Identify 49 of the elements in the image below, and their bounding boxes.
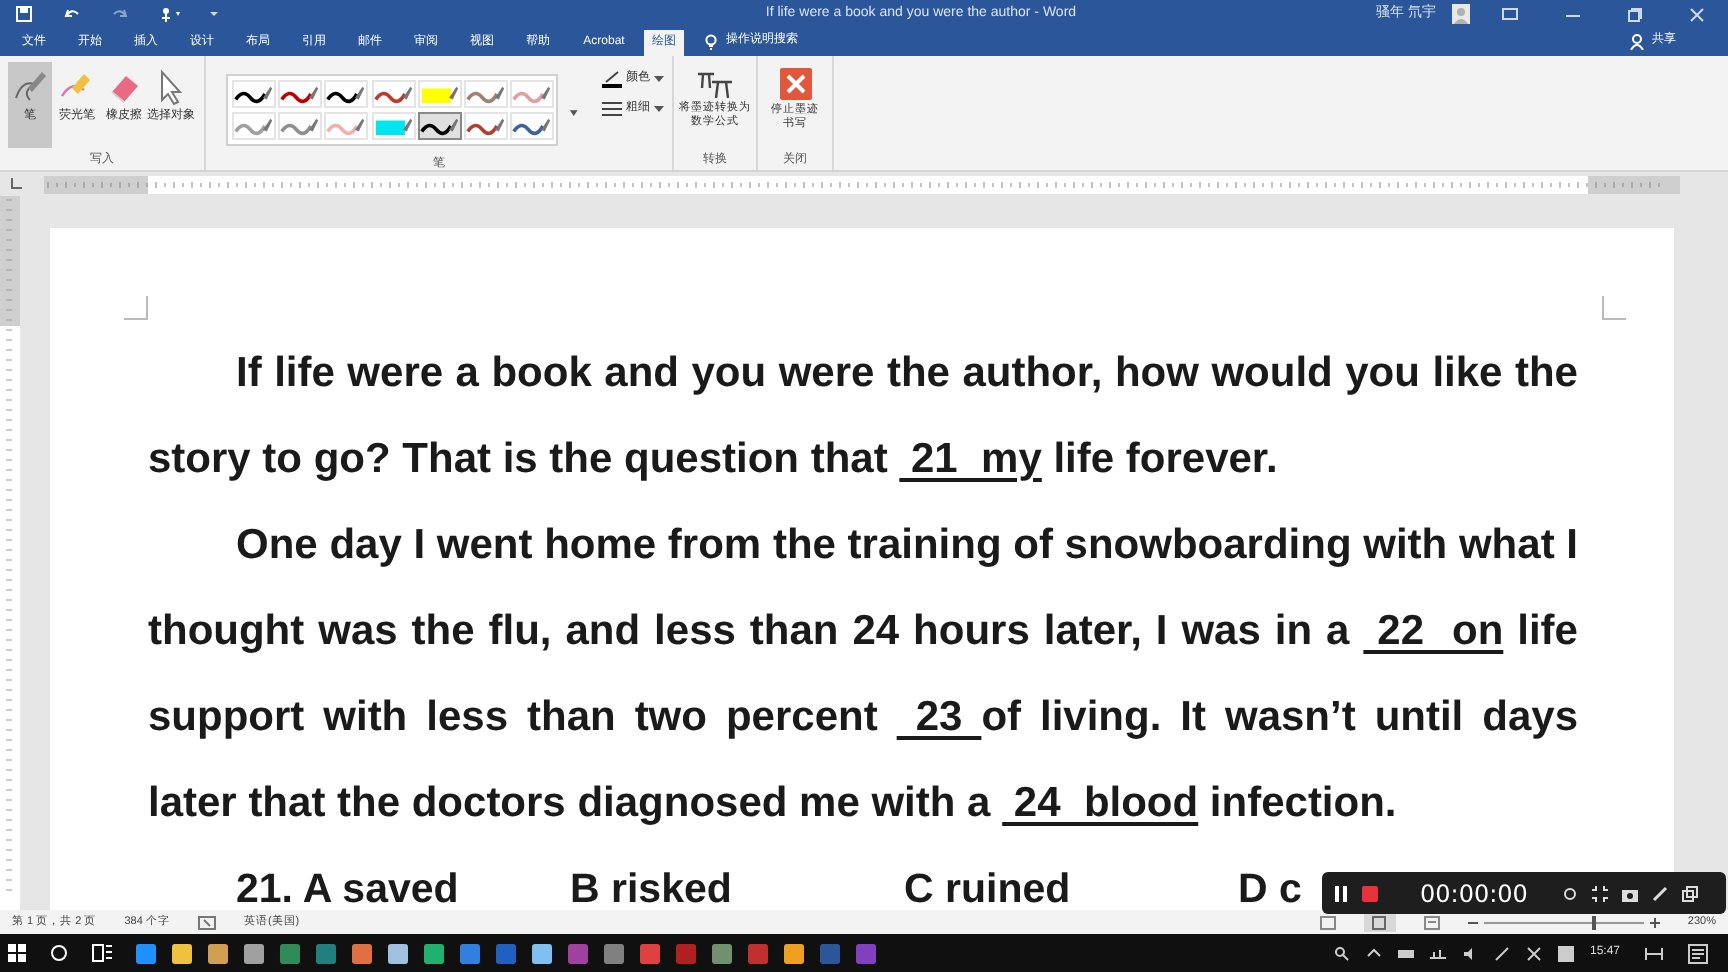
caret-icon [654, 105, 664, 113]
screenshot-icon[interactable] [1561, 885, 1578, 901]
zoom-out-icon[interactable] [1467, 917, 1478, 927]
tray-chevron-icon[interactable] [1365, 945, 1382, 961]
pen-icon [10, 68, 51, 106]
zoom-in-icon[interactable] [1649, 917, 1660, 927]
undo-icon[interactable] [64, 6, 80, 22]
answer-option: 21. A saved [236, 866, 459, 910]
pen-icon[interactable] [1651, 885, 1668, 901]
page-icon [1372, 915, 1387, 929]
margin-corner-mark [124, 296, 148, 320]
tab-selector-icon[interactable] [8, 176, 24, 192]
restore-icon[interactable] [1628, 7, 1642, 21]
print-layout-button[interactable] [1363, 912, 1396, 932]
margin-corner-mark [1602, 296, 1626, 320]
search-icon[interactable] [50, 944, 68, 962]
lightbulb-icon [704, 34, 718, 50]
notification-icon[interactable] [1688, 943, 1708, 963]
customize-caret-icon[interactable] [208, 6, 220, 22]
fullscreen-icon[interactable] [1591, 885, 1608, 901]
answer-option: D c [1238, 866, 1302, 910]
save-icon[interactable] [16, 6, 32, 22]
pen-icon[interactable] [1493, 945, 1510, 961]
web-layout-icon[interactable] [1423, 915, 1440, 929]
pause-icon[interactable] [1334, 885, 1348, 901]
ribbon-display-icon[interactable] [1502, 8, 1518, 20]
answer-option: B risked [570, 866, 732, 910]
pen-swatch[interactable] [417, 112, 462, 140]
recording-timer: 00:00:00 [1420, 877, 1528, 911]
window-icon[interactable] [1681, 885, 1698, 901]
answer-option: C ruined [904, 866, 1071, 910]
speaker-icon[interactable] [1461, 945, 1478, 961]
close-icon[interactable] [1690, 7, 1704, 21]
person-icon [1630, 34, 1644, 50]
stop-record-icon[interactable] [1362, 885, 1378, 901]
line-weight-icon [602, 100, 622, 118]
proofing-icon[interactable] [197, 915, 216, 929]
touch-mode-icon[interactable] [160, 6, 184, 22]
zoom-slider-thumb[interactable] [1592, 915, 1597, 929]
pen-color-icon [602, 70, 622, 88]
caret-icon [654, 75, 664, 83]
paragraph: One day I went home from the training of snowboarding with what I thought was the flu, and less than 24 hours later, I was in a 22 on life support with less than two percent 23 of living. It wasn’t until days later that the doctors diagnosed me with a 24 blood infection. [148, 520, 1578, 830]
windows-start-icon[interactable] [8, 944, 26, 962]
task-view-icon[interactable] [92, 944, 112, 962]
camera-icon[interactable] [1621, 885, 1638, 901]
redo-icon [112, 6, 128, 22]
close-icon [779, 68, 811, 100]
paragraph: If life were a book and you were the author, how would you like the story to go? That is the question that 21 my life forever. [148, 348, 1578, 486]
read-mode-icon[interactable] [1319, 915, 1336, 929]
